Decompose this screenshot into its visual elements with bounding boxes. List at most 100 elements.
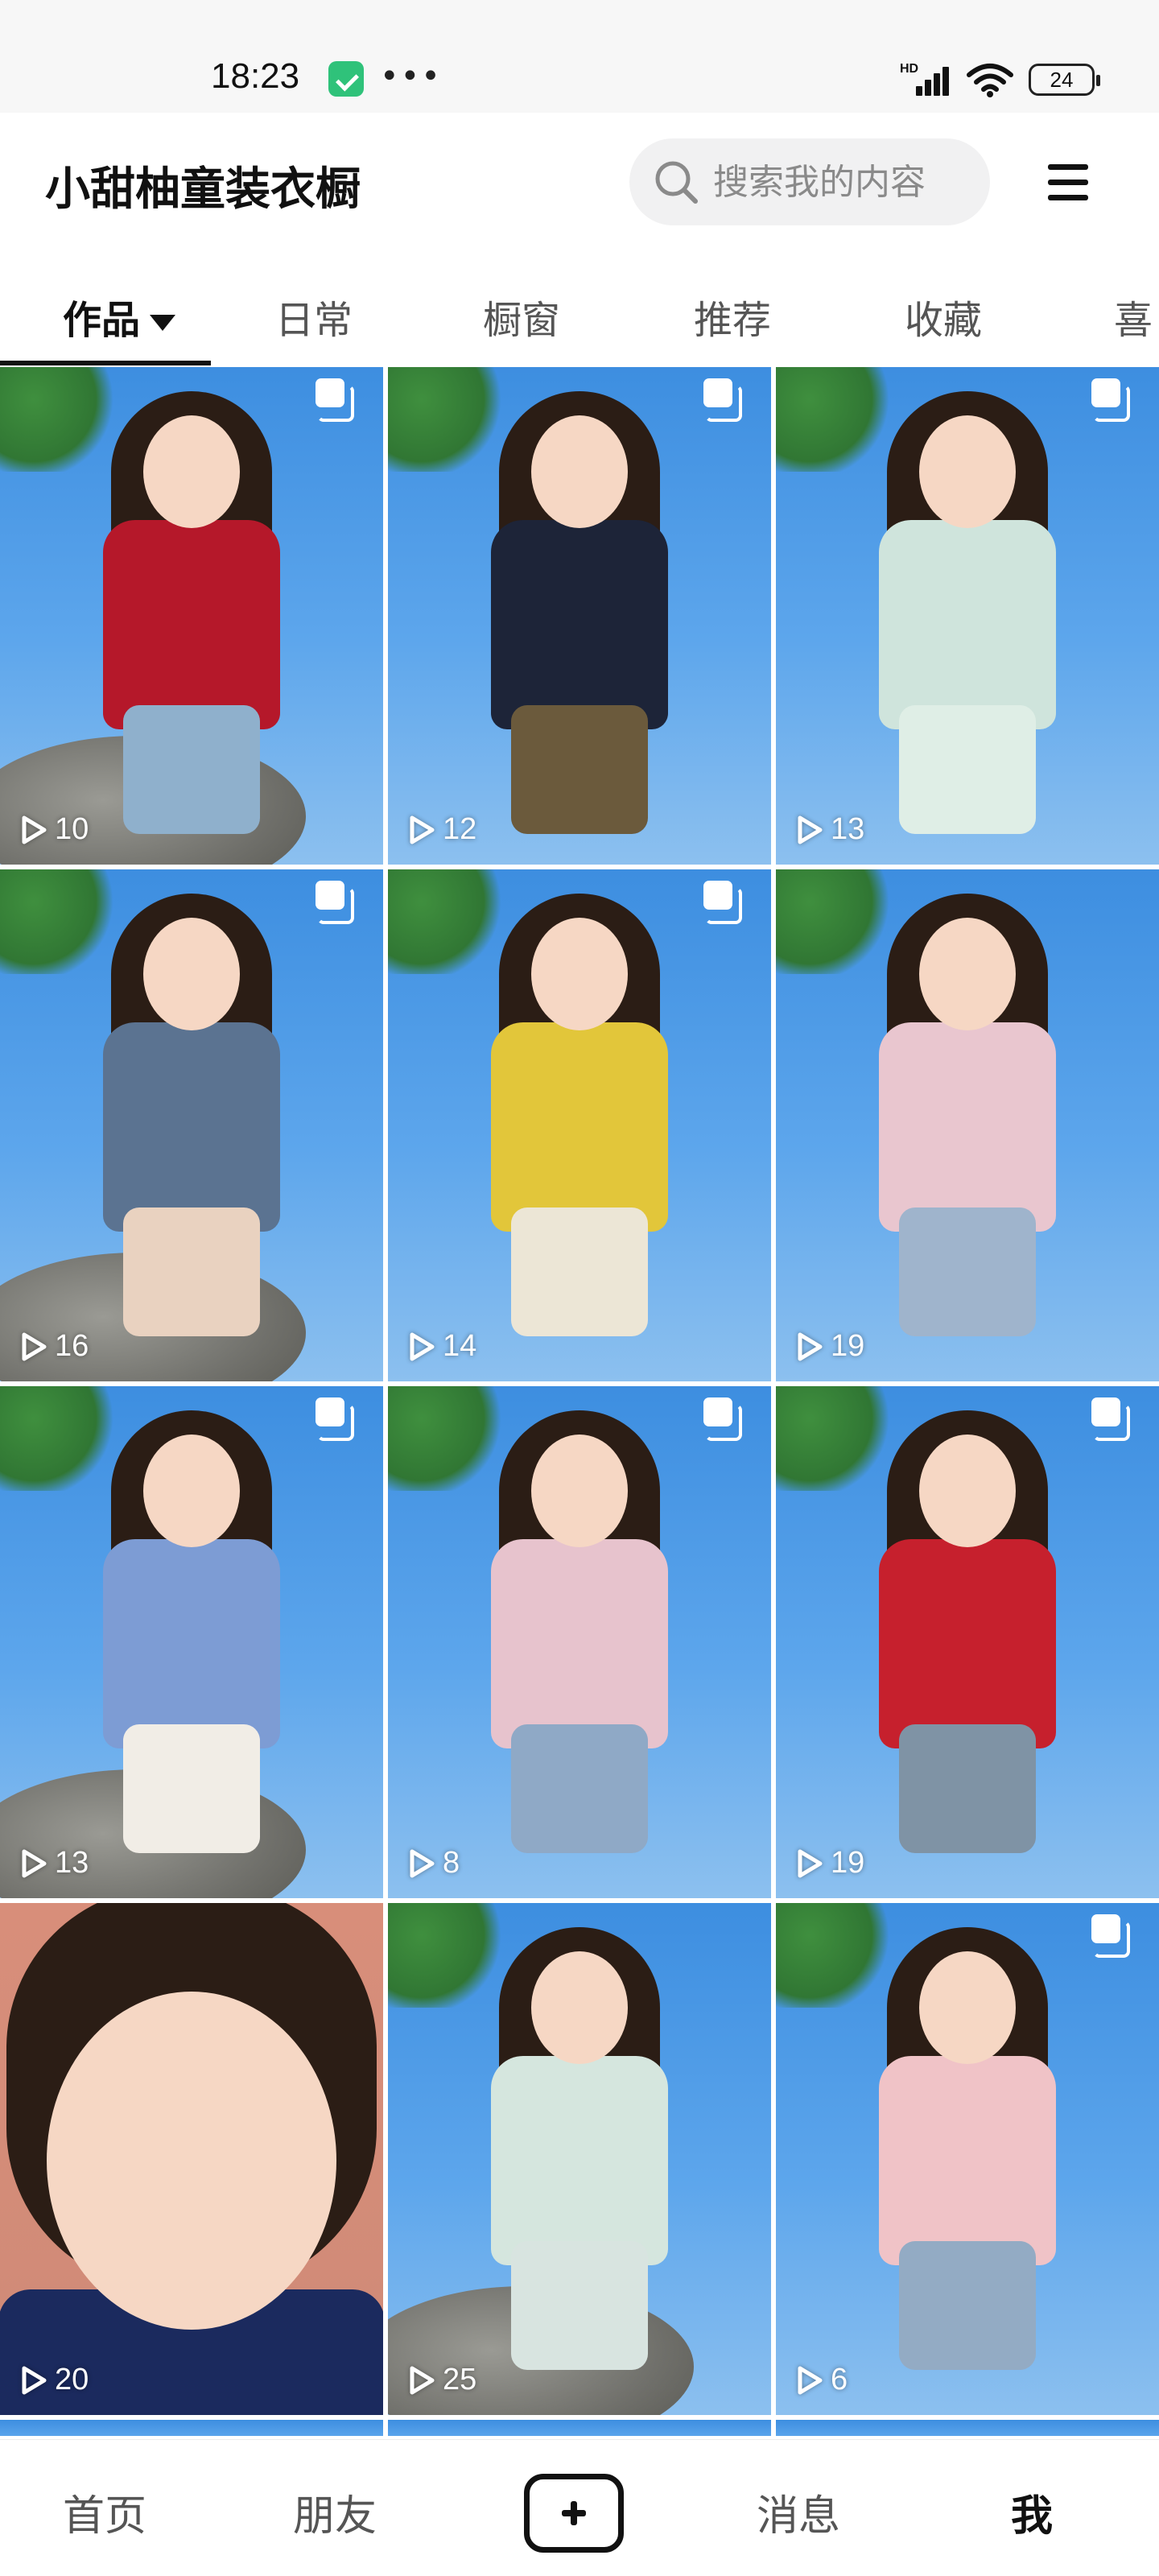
video-tile-partial[interactable] [388, 2420, 771, 2436]
tab-works[interactable]: 作品 [63, 288, 176, 345]
multi-image-icon [316, 378, 354, 422]
play-count-value: 16 [55, 1329, 89, 1363]
play-icon [22, 815, 47, 844]
multi-image-icon [1091, 1397, 1130, 1441]
video-thumbnail [0, 367, 383, 865]
play-count: 10 [19, 812, 89, 847]
play-count-value: 10 [55, 812, 89, 846]
app-notification-icon [328, 61, 364, 97]
video-tile[interactable]: 13 [776, 367, 1159, 865]
video-thumbnail [0, 869, 383, 1381]
search-icon [655, 161, 698, 204]
tab-recommend[interactable]: 推荐 [694, 288, 771, 345]
tab-label: 作品 [63, 298, 141, 343]
multi-image-icon [316, 1397, 354, 1441]
video-tile[interactable]: 16 [0, 869, 383, 1381]
play-count-value: 6 [831, 2363, 848, 2396]
shop-title: 小甜柚童装衣橱 [45, 163, 361, 216]
play-count: 25 [407, 2363, 476, 2397]
play-count: 14 [407, 1329, 476, 1364]
play-count-value: 13 [55, 1846, 89, 1880]
video-tile[interactable]: 14 [388, 869, 771, 1381]
tab-showcase[interactable]: 橱窗 [483, 288, 560, 345]
multi-image-icon [1091, 1914, 1130, 1958]
multi-image-icon [703, 1397, 742, 1441]
profile-header: 小甜柚童装衣橱 [0, 113, 1159, 250]
tab-daily[interactable]: 日常 [275, 288, 353, 345]
play-count: 20 [19, 2363, 89, 2397]
video-tile[interactable]: 8 [388, 1386, 771, 1898]
video-tile[interactable]: 13 [0, 1386, 383, 1898]
multi-image-icon [1091, 378, 1130, 422]
play-count-value: 19 [831, 1329, 865, 1363]
play-count: 6 [795, 2363, 848, 2397]
play-count: 19 [795, 1846, 864, 1880]
play-icon [410, 815, 435, 844]
video-tile[interactable]: 6 [776, 1903, 1159, 2415]
signal-icon: HD [900, 62, 951, 97]
play-count-value: 19 [831, 1846, 865, 1880]
video-thumbnail [776, 367, 1159, 865]
video-thumbnail [388, 1386, 771, 1898]
video-tile-partial[interactable] [0, 2420, 383, 2436]
hamburger-menu-icon[interactable] [1048, 163, 1088, 203]
play-count: 19 [795, 1329, 864, 1364]
video-thumbnail [388, 869, 771, 1381]
play-icon [798, 1849, 823, 1877]
status-time: 18:23 [211, 56, 300, 96]
nav-home[interactable]: 首页 [63, 2482, 146, 2542]
video-tile-partial[interactable] [776, 2420, 1159, 2436]
video-tile[interactable]: 19 [776, 1386, 1159, 1898]
search-box[interactable] [629, 138, 990, 225]
video-thumbnail [776, 869, 1159, 1381]
play-count-value: 14 [443, 1329, 477, 1363]
bottom-nav: 首页 朋友 消息 我 [0, 2439, 1159, 2576]
multi-image-icon [703, 881, 742, 924]
create-button[interactable] [524, 2474, 624, 2553]
play-count-value: 13 [831, 812, 865, 846]
network-label: HD [900, 62, 919, 76]
video-thumbnail [388, 367, 771, 865]
play-icon [798, 1332, 823, 1360]
multi-image-icon [703, 378, 742, 422]
play-count: 13 [19, 1846, 89, 1880]
play-icon [798, 2366, 823, 2394]
play-icon [22, 1849, 47, 1877]
play-count: 13 [795, 812, 864, 847]
play-icon [22, 2366, 47, 2394]
video-thumbnail [0, 1903, 383, 2415]
video-tile[interactable]: 10 [0, 367, 383, 865]
video-tile[interactable]: 19 [776, 869, 1159, 1381]
video-thumbnail [776, 1386, 1159, 1898]
play-count-value: 12 [443, 812, 477, 846]
play-icon [410, 2366, 435, 2394]
play-icon [22, 1332, 47, 1360]
nav-friends[interactable]: 朋友 [293, 2482, 377, 2542]
content-tabs: 作品 日常 橱窗 推荐 收藏 喜 [0, 258, 1159, 367]
video-tile[interactable]: 25 [388, 1903, 771, 2415]
multi-image-icon [316, 881, 354, 924]
tab-favorites[interactable]: 收藏 [905, 288, 982, 345]
status-bar: 18:23 ••• HD 24 [0, 0, 1159, 113]
battery-level: 24 [1050, 67, 1074, 92]
battery-icon: 24 [1029, 64, 1100, 96]
play-icon [798, 815, 823, 844]
search-input[interactable] [713, 161, 971, 203]
play-count: 8 [407, 1846, 460, 1880]
video-tile[interactable]: 12 [388, 367, 771, 865]
play-icon [410, 1332, 435, 1360]
tab-likes[interactable]: 喜 [1114, 288, 1153, 345]
nav-me[interactable]: 我 [1011, 2482, 1053, 2542]
play-count-value: 8 [443, 1846, 460, 1880]
status-indicators: HD 24 [900, 60, 1100, 100]
nav-messages[interactable]: 消息 [757, 2482, 840, 2542]
video-thumbnail [0, 1386, 383, 1898]
play-icon [410, 1849, 435, 1877]
video-tile[interactable]: 20 [0, 1903, 383, 2415]
caret-down-icon [150, 315, 176, 331]
more-dots-icon: ••• [380, 58, 442, 95]
active-tab-indicator [0, 361, 211, 365]
video-grid: 10 12 13 16 14 19 13 8 19 20 25 6 [0, 367, 1159, 2436]
play-count: 12 [407, 812, 476, 847]
video-thumbnail [776, 1903, 1159, 2415]
